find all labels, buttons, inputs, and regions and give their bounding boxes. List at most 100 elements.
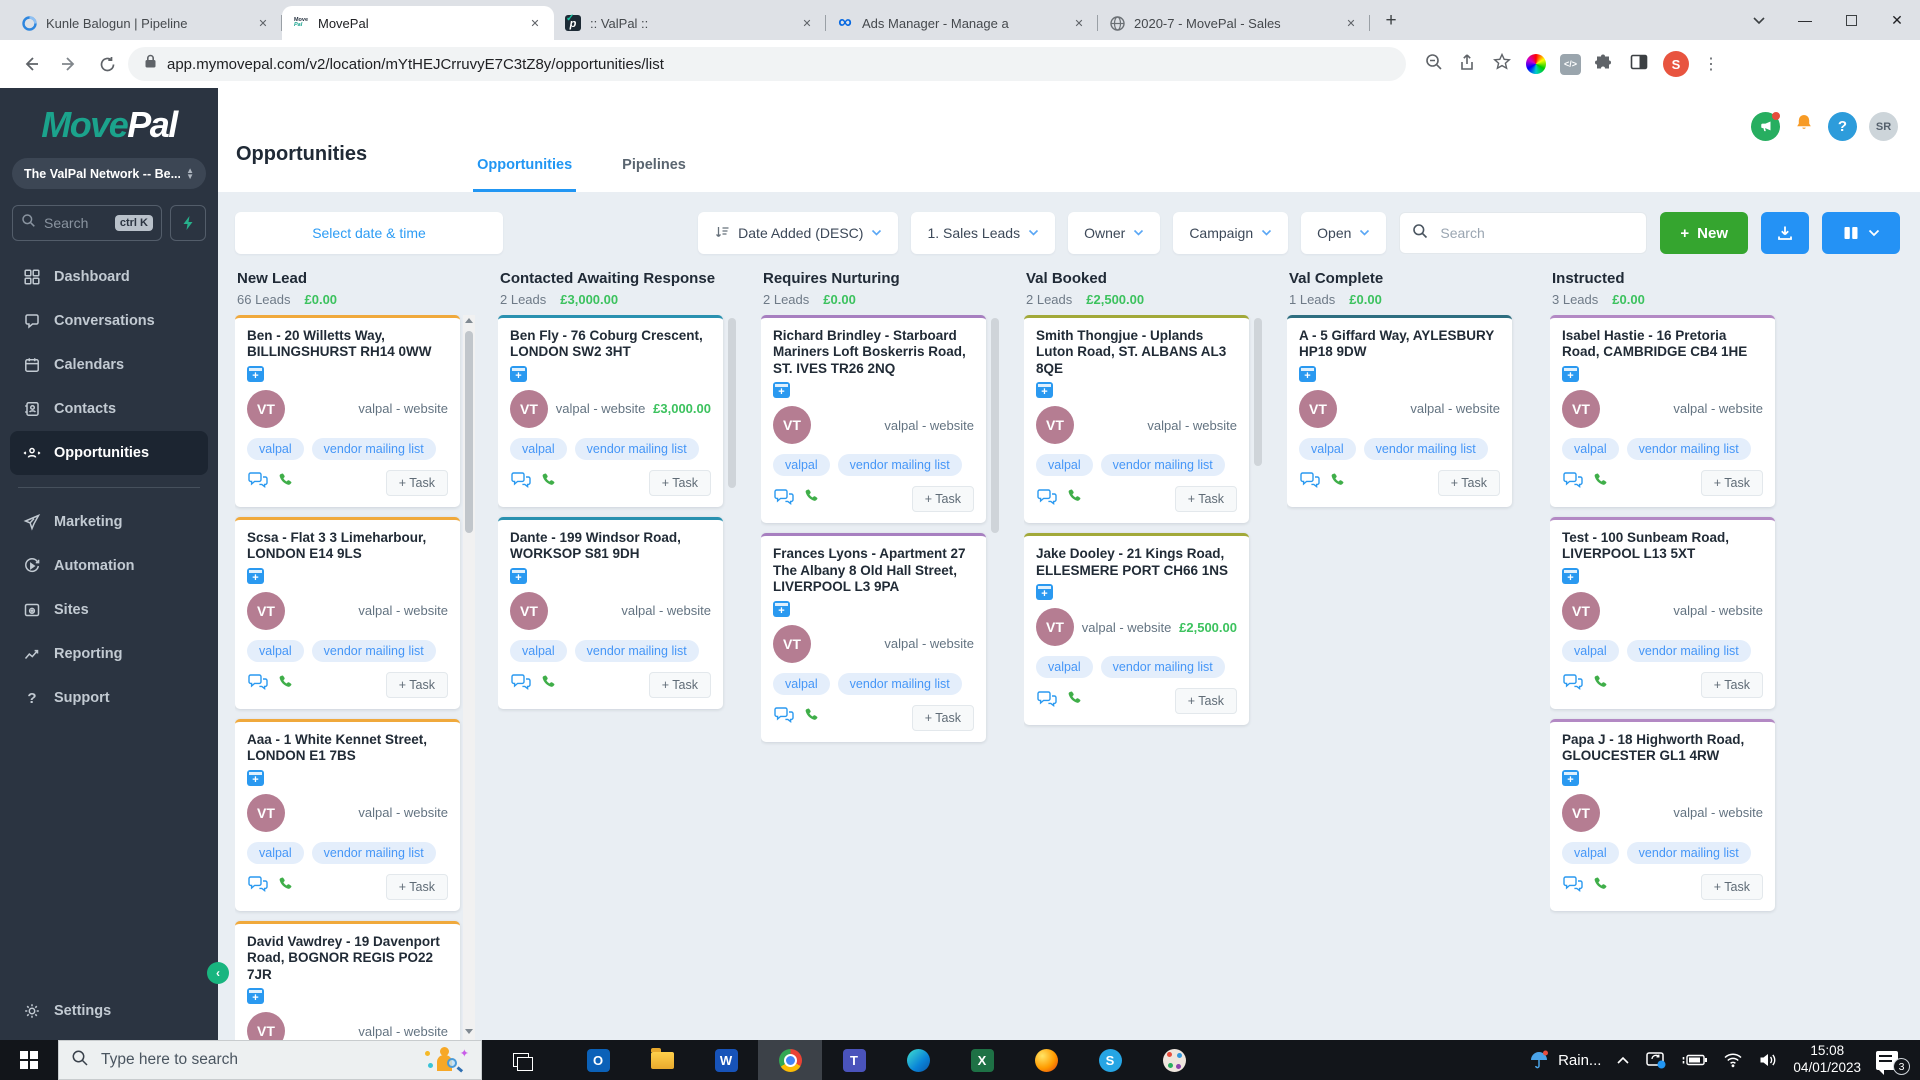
tab-opportunities[interactable]: Opportunities <box>473 157 576 192</box>
board-search-input[interactable] <box>1438 224 1634 242</box>
tag-vendor-mailing-list[interactable]: vendor mailing list <box>1627 842 1751 864</box>
view-toggle-button[interactable] <box>1822 212 1900 254</box>
add-task-button[interactable]: + Task <box>912 486 974 512</box>
calendar-plus-icon[interactable] <box>773 601 790 617</box>
sidebar-item-conversations[interactable]: Conversations <box>10 299 208 343</box>
sidebar-item-dashboard[interactable]: Dashboard <box>10 255 208 299</box>
board-search-box[interactable] <box>1399 212 1647 254</box>
calendar-plus-icon[interactable] <box>1036 382 1053 398</box>
new-tab-button[interactable]: + <box>1376 6 1406 36</box>
chat-icon[interactable] <box>1299 471 1321 494</box>
taskbar-clock[interactable]: 15:08 04/01/2023 <box>1793 1043 1861 1077</box>
add-task-button[interactable]: + Task <box>386 874 448 900</box>
tag-vendor-mailing-list[interactable]: vendor mailing list <box>312 842 436 864</box>
phone-icon[interactable] <box>275 471 294 495</box>
close-button[interactable]: ✕ <box>1874 0 1920 40</box>
sidebar-item-contacts[interactable]: Contacts <box>10 387 208 431</box>
calendar-plus-icon[interactable] <box>510 568 527 584</box>
tab-close-icon[interactable]: ✕ <box>1070 14 1088 32</box>
phone-icon[interactable] <box>1064 487 1083 511</box>
tab-search-chevron-icon[interactable] <box>1736 0 1782 40</box>
quick-actions-button[interactable] <box>170 205 206 241</box>
add-task-button[interactable]: + Task <box>1701 874 1763 900</box>
chat-icon[interactable] <box>1036 690 1058 713</box>
calendar-plus-icon[interactable] <box>247 988 264 1004</box>
announcements-icon[interactable] <box>1751 112 1780 141</box>
phone-icon[interactable] <box>1064 689 1083 713</box>
opportunity-card[interactable]: Ben Fly - 76 Coburg Crescent, LONDON SW2… <box>498 315 723 507</box>
chat-icon[interactable] <box>773 488 795 511</box>
phone-icon[interactable] <box>275 673 294 697</box>
tab-close-icon[interactable]: ✕ <box>254 14 272 32</box>
display-icon[interactable] <box>1645 1050 1667 1070</box>
chat-icon[interactable] <box>773 706 795 729</box>
chevron-up-icon[interactable] <box>1616 1055 1630 1065</box>
minimize-button[interactable]: — <box>1782 0 1828 40</box>
taskbar-app-word-icon[interactable]: W <box>694 1040 758 1080</box>
taskbar-app-skype-icon[interactable]: S <box>1078 1040 1142 1080</box>
import-export-button[interactable] <box>1761 212 1809 254</box>
chat-icon[interactable] <box>510 471 532 494</box>
owner-dropdown[interactable]: Owner <box>1068 212 1160 254</box>
calendar-plus-icon[interactable] <box>247 770 264 786</box>
date-filter-button[interactable]: Select date & time <box>235 212 503 254</box>
opportunity-card[interactable]: A - 5 Giffard Way, AYLESBURY HP18 9DW VT… <box>1287 315 1512 507</box>
phone-icon[interactable] <box>1590 471 1609 495</box>
tab-close-icon[interactable]: ✕ <box>526 14 544 32</box>
tab-close-icon[interactable]: ✕ <box>798 14 816 32</box>
phone-icon[interactable] <box>1590 875 1609 899</box>
code-extension-icon[interactable]: </> <box>1560 54 1581 75</box>
tag-valpal[interactable]: valpal <box>1299 438 1356 460</box>
tag-valpal[interactable]: valpal <box>773 673 830 695</box>
chat-icon[interactable] <box>1036 488 1058 511</box>
location-selector[interactable]: The ValPal Network -- Be... ▲▼ <box>12 158 206 189</box>
phone-icon[interactable] <box>538 673 557 697</box>
taskbar-app-edge-icon[interactable] <box>886 1040 950 1080</box>
phone-icon[interactable] <box>275 875 294 899</box>
help-icon[interactable]: ? <box>1828 112 1857 141</box>
column-scrollbar-thumb[interactable] <box>991 318 999 533</box>
opportunity-card[interactable]: Ben - 20 Willetts Way, BILLINGSHURST RH1… <box>235 315 460 507</box>
column-scrollbar-thumb[interactable] <box>1254 318 1262 466</box>
tag-vendor-mailing-list[interactable]: vendor mailing list <box>1627 438 1751 460</box>
calendar-plus-icon[interactable] <box>1562 568 1579 584</box>
tag-valpal[interactable]: valpal <box>510 640 567 662</box>
add-task-button[interactable]: + Task <box>649 470 711 496</box>
opportunity-card[interactable]: Scsa - Flat 3 3 Limeharbour, LONDON E14 … <box>235 517 460 709</box>
tag-vendor-mailing-list[interactable]: vendor mailing list <box>1364 438 1488 460</box>
windows-search-input[interactable] <box>99 1050 415 1070</box>
tag-vendor-mailing-list[interactable]: vendor mailing list <box>1101 454 1225 476</box>
add-task-button[interactable]: + Task <box>386 672 448 698</box>
opportunity-card[interactable]: Jake Dooley - 21 Kings Road, ELLESMERE P… <box>1024 533 1249 725</box>
calendar-plus-icon[interactable] <box>247 568 264 584</box>
sidebar-item-support[interactable]: ? Support <box>10 676 208 720</box>
calendar-plus-icon[interactable] <box>1036 584 1053 600</box>
chat-icon[interactable] <box>510 673 532 696</box>
opportunity-card[interactable]: Aaa - 1 White Kennet Street, LONDON E1 7… <box>235 719 460 911</box>
address-bar[interactable]: app.mymovepal.com/v2/location/mYtHEJCrru… <box>128 47 1406 81</box>
tag-vendor-mailing-list[interactable]: vendor mailing list <box>838 673 962 695</box>
opportunity-card[interactable]: David Vawdrey - 19 Davenport Road, BOGNO… <box>235 921 460 1040</box>
opportunity-card[interactable]: Isabel Hastie - 16 Pretoria Road, CAMBRI… <box>1550 315 1775 507</box>
taskbar-app-explorer-icon[interactable] <box>630 1040 694 1080</box>
share-icon[interactable] <box>1458 52 1478 77</box>
sidebar-item-sites[interactable]: Sites <box>10 588 208 632</box>
chat-icon[interactable] <box>1562 471 1584 494</box>
sidebar-item-opportunities[interactable]: Opportunities <box>10 431 208 475</box>
phone-icon[interactable] <box>801 487 820 511</box>
tag-valpal[interactable]: valpal <box>247 438 304 460</box>
windows-search-box[interactable]: ✦ <box>58 1040 482 1080</box>
column-scrollbar[interactable] <box>463 315 475 1040</box>
add-task-button[interactable]: + Task <box>1175 486 1237 512</box>
forward-button[interactable] <box>52 47 86 81</box>
browser-menu-icon[interactable]: ⋮ <box>1703 54 1719 74</box>
sidebar-item-reporting[interactable]: Reporting <box>10 632 208 676</box>
chat-icon[interactable] <box>247 673 269 696</box>
calendar-plus-icon[interactable] <box>510 366 527 382</box>
add-task-button[interactable]: + Task <box>386 470 448 496</box>
tag-vendor-mailing-list[interactable]: vendor mailing list <box>575 640 699 662</box>
browser-tab-kunle-balogun-pipeline[interactable]: Kunle Balogun | Pipeline ✕ <box>10 6 282 40</box>
phone-icon[interactable] <box>1590 673 1609 697</box>
calendar-plus-icon[interactable] <box>1562 770 1579 786</box>
sidebar-search-box[interactable]: ctrl K <box>12 205 162 241</box>
